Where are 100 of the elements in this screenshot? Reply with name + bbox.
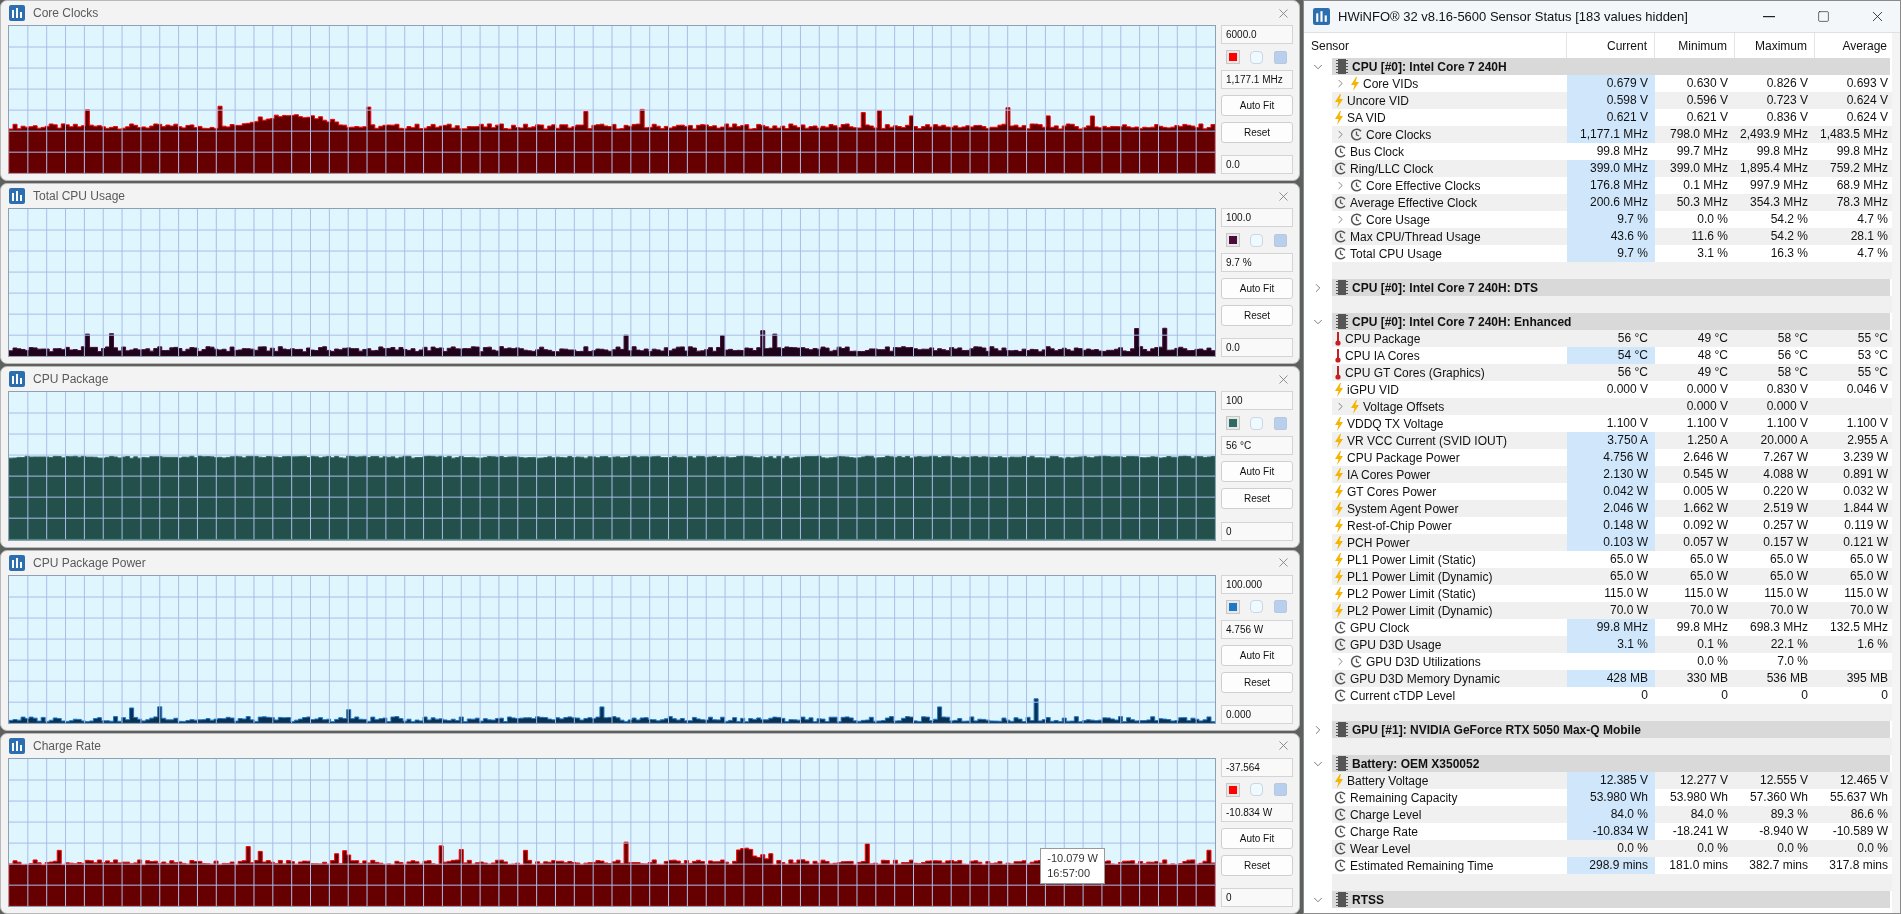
sensor-row[interactable]: PCH Power 0.103 W 0.057 W 0.157 W 0.121 W [1332, 534, 1895, 551]
minimum-value: 115.0 W [1683, 585, 1729, 602]
toggle-button[interactable] [1250, 416, 1263, 430]
sensor-row[interactable]: Ring/LLC Clock 399.0 MHz 399.0 MHz 1,895.4 MHz 759.2 MHz [1332, 160, 1895, 177]
maximum-value: 57.360 Wh [1748, 789, 1809, 806]
min-value-field[interactable]: 0 [1221, 521, 1293, 541]
minimize-icon [1763, 15, 1775, 18]
minimum-value: 11.6 % [1690, 228, 1729, 245]
maximum-value: 0.000 V [1765, 398, 1809, 415]
sensor-group-header[interactable]: Battery: OEM X350052 [1332, 755, 1890, 772]
sensor-row[interactable]: CPU Package 56 °C 49 °C 58 °C 55 °C [1332, 330, 1895, 347]
sensor-row[interactable]: GPU D3D Memory Dynamic 428 MB 330 MB 536 MB 395 MB [1332, 670, 1895, 687]
min-value-field[interactable]: 0.000 [1221, 704, 1293, 724]
sensor-name: Voltage Offsets [1363, 399, 1445, 414]
scrollbar[interactable] [1892, 33, 1900, 913]
sensor-group-header[interactable]: RTSS [1332, 891, 1890, 908]
average-value: 2.955 A [1846, 432, 1889, 449]
sensor-row[interactable]: Average Effective Clock 200.6 MHz 50.3 MHz 354.3 MHz 78.3 MHz [1332, 194, 1895, 211]
auto-fit-button[interactable]: Auto Fit [1221, 461, 1293, 483]
min-value-field[interactable]: 0.0 [1221, 338, 1293, 358]
sensor-row[interactable]: IA Cores Power 2.130 W 0.545 W 4.088 W 0.891 W [1332, 466, 1895, 483]
max-value-field[interactable]: 100.000 [1221, 574, 1293, 594]
reset-button[interactable]: Reset [1221, 671, 1293, 693]
current-value: 65.0 W [1609, 568, 1649, 585]
sensor-row[interactable]: Uncore VID 0.598 V 0.596 V 0.723 V 0.624 V [1332, 92, 1895, 109]
grid-toggle-button[interactable] [1274, 783, 1288, 797]
minimum-value: 1.662 W [1682, 500, 1729, 517]
toggle-button[interactable] [1250, 783, 1263, 797]
color-swatch[interactable] [1226, 783, 1239, 796]
max-value-field[interactable]: 6000.0 [1221, 25, 1293, 44]
maximum-value: 382.7 mins [1748, 857, 1809, 874]
sensor-row[interactable]: PL1 Power Limit (Dynamic) 65.0 W 65.0 W 65.0 W 65.0 W [1332, 568, 1895, 585]
sensor-row[interactable]: Voltage Offsets 0.000 V 0.000 V [1332, 398, 1895, 415]
average-value: 0.119 W [1843, 517, 1889, 534]
toggle-button[interactable] [1250, 600, 1263, 614]
reset-button[interactable]: Reset [1221, 305, 1293, 327]
maximum-value: 4.088 W [1762, 466, 1809, 483]
sensor-row[interactable]: Max CPU/Thread Usage 43.6 % 11.6 % 54.2 % 28.1 % [1332, 228, 1895, 245]
reset-button[interactable]: Reset [1221, 854, 1293, 876]
chip-icon [1336, 280, 1348, 295]
minimum-value: 0.005 W [1682, 483, 1729, 500]
max-value-field[interactable]: -37.564 [1221, 757, 1293, 777]
average-value: 68.9 MHz [1835, 177, 1889, 194]
clock-icon [1334, 859, 1347, 872]
sensor-group-header[interactable]: CPU [#0]: Intel Core 7 240H: Enhanced [1332, 313, 1890, 330]
sensor-row[interactable]: System Agent Power 2.046 W 1.662 W 2.519 W 1.844 W [1332, 500, 1895, 517]
sensor-row[interactable]: VR VCC Current (SVID IOUT) 3.750 A 1.250 A 20.000 A 2.955 A [1332, 432, 1895, 449]
max-value-field[interactable]: 100.0 [1221, 208, 1293, 228]
sensor-row[interactable]: GPU D3D Usage 3.1 % 0.1 % 22.1 % 1.6 % [1332, 636, 1895, 653]
sensor-name: Charge Rate [1350, 824, 1419, 839]
auto-fit-button[interactable]: Auto Fit [1221, 644, 1293, 666]
sensor-row[interactable]: Core Clocks 1,177.1 MHz 798.0 MHz 2,493.9 MHz 1,483.5 MHz [1332, 126, 1895, 143]
lightning-icon [1334, 569, 1344, 584]
auto-fit-button[interactable]: Auto Fit [1221, 827, 1293, 849]
toggle-button[interactable] [1250, 50, 1263, 64]
current-value: 0.042 W [1567, 483, 1655, 500]
reset-button[interactable]: Reset [1221, 488, 1293, 510]
grid-toggle-button[interactable] [1274, 50, 1288, 64]
color-swatch[interactable] [1226, 417, 1239, 430]
sensor-row[interactable]: Battery Voltage 12.385 V 12.277 V 12.555 V 12.465 V [1332, 772, 1895, 789]
maximum-value: 58 °C [1776, 364, 1809, 381]
color-swatch[interactable] [1226, 234, 1239, 247]
lightning-icon [1334, 382, 1344, 397]
group-name: CPU [#0]: Intel Core 7 240H: DTS [1352, 280, 1539, 295]
color-swatch[interactable] [1226, 600, 1239, 613]
grid-toggle-button[interactable] [1274, 600, 1288, 614]
maximum-value: 0.157 W [1762, 534, 1809, 551]
group-name: Battery: OEM X350052 [1352, 756, 1480, 771]
current-value: 99.8 MHz [1595, 143, 1649, 160]
sensor-row[interactable]: Wear Level 0.0 % 0.0 % 0.0 % 0.0 % [1332, 840, 1895, 857]
sensor-group-header[interactable]: GPU [#1]: NVIDIA GeForce RTX 5050 Max-Q Mobile [1332, 721, 1890, 738]
grid-toggle-button[interactable] [1274, 416, 1288, 430]
color-swatch[interactable] [1226, 51, 1239, 63]
sensor-name: Core VIDs [1363, 76, 1419, 91]
maximum-value: 7.267 W [1762, 449, 1809, 466]
clock-icon [1350, 213, 1363, 226]
current-value-field: -10.834 W [1221, 802, 1293, 822]
tooltip-value: -10.079 W [1047, 851, 1098, 866]
chip-icon [1336, 756, 1348, 771]
sensor-group-header[interactable]: CPU [#0]: Intel Core 7 240H: DTS [1332, 279, 1890, 296]
sensor-name: PL1 Power Limit (Static) [1347, 552, 1476, 567]
lightning-icon [1334, 484, 1344, 499]
sensor-row[interactable]: CPU GT Cores (Graphics) 56 °C 49 °C 58 °C 55 °C [1332, 364, 1895, 381]
max-value-field[interactable]: 100 [1221, 391, 1293, 411]
sensor-row[interactable]: Charge Level 84.0 % 84.0 % 89.3 % 86.6 % [1332, 806, 1895, 823]
auto-fit-button[interactable]: Auto Fit [1221, 278, 1293, 300]
grid-toggle-button[interactable] [1274, 233, 1288, 247]
current-value: 0.621 V [1567, 109, 1655, 126]
sensor-group-header[interactable]: CPU [#0]: Intel Core 7 240H [1332, 58, 1890, 75]
min-value-field[interactable]: 0 [1221, 888, 1293, 907]
sensor-name: GT Cores Power [1347, 484, 1437, 499]
current-value: -10.834 W [1567, 823, 1655, 840]
lightning-icon [1334, 773, 1344, 788]
auto-fit-button[interactable]: Auto Fit [1221, 95, 1293, 116]
min-value-field[interactable]: 0.0 [1221, 155, 1293, 175]
reset-button[interactable]: Reset [1221, 122, 1293, 143]
thermometer-icon [1334, 331, 1342, 346]
toggle-button[interactable] [1250, 233, 1263, 247]
average-value: 0.046 V [1845, 381, 1889, 398]
sensor-row[interactable]: PL2 Power Limit (Dynamic) 70.0 W 70.0 W 70.0 W 70.0 W [1332, 602, 1895, 619]
